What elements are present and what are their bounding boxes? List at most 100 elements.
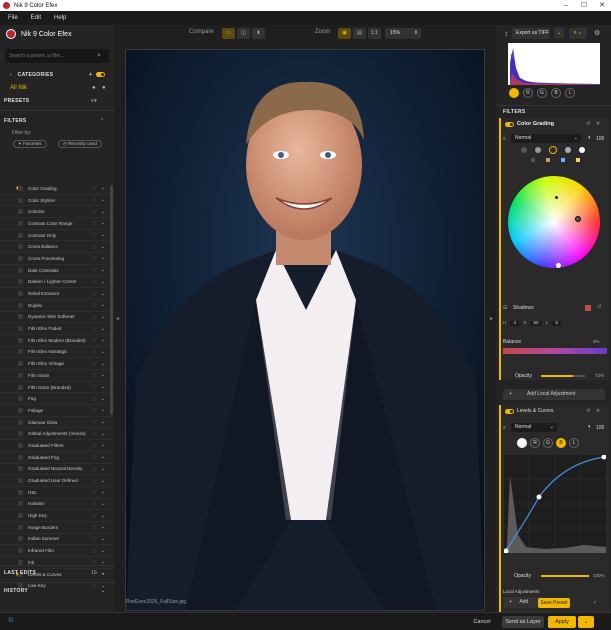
view-mode-button[interactable]: ◐⌄ <box>569 28 587 39</box>
chevron-down-icon[interactable]: ⌄ <box>101 501 105 507</box>
chevron-down-icon[interactable]: ⌄ <box>101 220 105 226</box>
chevron-down-icon[interactable]: ⌄ <box>101 513 105 519</box>
add-local-adjustment-button[interactable]: + Add Local Adjustment <box>503 389 605 400</box>
wheel-bottom-handle[interactable] <box>556 263 561 268</box>
filter-item[interactable]: High Key ⋮ ⌄ <box>0 510 114 522</box>
filter-item[interactable]: Cross Balance ⋮ ⌄ <box>0 241 114 254</box>
collapse-right-icon[interactable]: ▸ <box>490 315 493 322</box>
blend-mode-select[interactable]: Normal ⌄ <box>511 134 581 143</box>
filter-item[interactable]: Darken / Lighten Center ⋮ ⌄ <box>0 277 114 289</box>
chevron-down-icon[interactable]: ⌄ <box>101 548 105 554</box>
chevron-down-icon[interactable]: ⌄ <box>101 536 105 542</box>
export-dropdown[interactable]: ⌄ <box>554 28 564 39</box>
more-icon[interactable]: ⋮ <box>92 419 97 425</box>
filter-item[interactable]: Foliage ⋮ ⌄ <box>0 405 114 417</box>
add-local-button[interactable]: + Add <box>503 597 543 608</box>
more-icon[interactable]: ⋮ <box>92 513 97 519</box>
more-icon[interactable]: ⋮ <box>92 244 97 250</box>
chevron-down-icon[interactable]: ⌄ <box>101 407 105 413</box>
more-icon[interactable]: ⋮ <box>92 361 97 367</box>
more-icon[interactable]: ⋮ <box>92 291 97 297</box>
levels-curves-toggle[interactable] <box>505 409 514 414</box>
channel-b[interactable]: B <box>551 88 561 98</box>
channel-g[interactable]: G <box>537 88 547 98</box>
apply-options-button[interactable]: ⌄ <box>578 616 594 628</box>
wheel-all-icon[interactable] <box>579 147 585 153</box>
zoom-fill-button[interactable]: ▤ <box>353 28 366 39</box>
shadows-swatch[interactable] <box>585 305 591 311</box>
more-icon[interactable]: ⋮ <box>92 407 97 413</box>
more-icon[interactable]: ⋮ <box>92 536 97 542</box>
chevron-down-icon[interactable]: ⌄ <box>101 197 105 203</box>
chevron-down-icon[interactable]: ⌄ <box>101 349 105 355</box>
chevron-down-icon[interactable]: ⌄ <box>101 396 105 402</box>
more-icon[interactable]: ⋮ <box>92 478 97 484</box>
chevron-down-icon[interactable]: ⌄ <box>101 185 105 191</box>
presets-header[interactable]: PRESETS ≡▾ <box>4 98 110 104</box>
more-icon[interactable]: ⋮ <box>92 279 97 285</box>
filter-item[interactable]: Film Efex Vintage ⋮ ⌄ <box>0 358 114 370</box>
more-icon[interactable]: ⋮ <box>92 267 97 273</box>
filter-item[interactable]: Fog ⋮ ⌄ <box>0 393 114 406</box>
filter-item[interactable]: Film Efex Modern (Branded) ⋮ ⌄ <box>0 335 114 347</box>
s-field[interactable]: 50 <box>530 321 542 326</box>
more-icon[interactable]: ⋮ <box>92 255 97 261</box>
compare-single-button[interactable]: ▭ <box>222 28 235 39</box>
more-icon[interactable]: ⋮ <box>92 337 97 343</box>
chevron-down-icon[interactable]: ⌄ <box>101 466 105 472</box>
list-icon[interactable]: ≡▾ <box>91 98 97 104</box>
compare-split-button[interactable]: ◫ <box>237 28 250 39</box>
curve-editor[interactable] <box>504 455 606 553</box>
filter-item[interactable]: Cross Processing ⋮ ⌄ <box>0 253 114 265</box>
channel-l[interactable]: L <box>565 88 575 98</box>
zoom-100-button[interactable]: 1:1 <box>368 28 381 39</box>
filter-item[interactable]: Dynamic Skin Softener ⋮ ⌄ <box>0 312 114 324</box>
chevron-down-icon[interactable]: ⌄ <box>101 524 105 530</box>
filter-item[interactable]: Graduated Neutral Density ⋮ ⌄ <box>0 464 114 476</box>
filter-item[interactable]: Indian Summer ⋮ ⌄ <box>0 534 114 546</box>
chevron-down-icon[interactable]: ⌄ <box>101 267 105 273</box>
categories-header[interactable]: › CATEGORIES + <box>10 72 110 78</box>
compare-side-button[interactable]: ⬍ <box>252 28 265 39</box>
zoom-fit-button[interactable]: ▣ <box>338 28 351 39</box>
more-icon[interactable]: ⋮ <box>92 302 97 308</box>
curve-channel-l[interactable]: L <box>569 438 579 448</box>
more-icon[interactable]: ⋮ <box>92 524 97 530</box>
filter-item[interactable]: Dark Contrasts ⋮ ⌄ <box>0 265 114 277</box>
reset-icon[interactable]: ↺ <box>597 304 601 310</box>
more-icon[interactable]: ⋮ <box>92 489 97 495</box>
remove-filter-icon[interactable]: ✕ <box>596 408 600 414</box>
wheel-highlights-icon[interactable] <box>565 147 571 153</box>
filter-item[interactable]: Graduated Fog ⋮ ⌄ <box>0 452 114 464</box>
filter-item[interactable]: Film Efex Nostalgic ⋮ ⌄ <box>0 347 114 359</box>
chevron-down-icon[interactable]: ⌄ <box>101 384 105 390</box>
chevron-down-icon[interactable]: ⌄ <box>101 588 106 594</box>
curve-channel-r[interactable]: R <box>530 438 540 448</box>
circle-icon[interactable]: ● <box>92 85 96 91</box>
chevron-down-icon[interactable]: ⌄ <box>101 314 105 320</box>
filter-item[interactable]: Graduated User Defined ⋮ ⌄ <box>0 475 114 487</box>
chevron-down-icon[interactable]: ⌄ <box>101 279 105 285</box>
menu-help[interactable]: Help <box>54 15 66 21</box>
more-icon[interactable]: ⋮ <box>92 314 97 320</box>
more-icon[interactable]: ⋮ <box>92 442 97 448</box>
chevron-down-icon[interactable]: ⌄ <box>101 337 105 343</box>
reset-icon[interactable]: ↺ <box>586 121 590 127</box>
chevron-down-icon[interactable]: ⌄ <box>101 419 105 425</box>
more-icon[interactable]: ⋮ <box>92 466 97 472</box>
channel-all-icon[interactable] <box>509 88 519 98</box>
filter-item[interactable]: Duplex ⋮ ⌄ <box>0 300 114 312</box>
more-icon[interactable]: ⋮ <box>92 232 97 238</box>
search-icon[interactable]: ⌕ <box>97 52 101 60</box>
filter-item[interactable]: Glamour Glow ⋮ ⌄ <box>0 417 114 429</box>
chevron-down-icon[interactable]: ⌄ <box>101 232 105 238</box>
opacity-slider-track[interactable] <box>541 375 585 377</box>
categories-toggle[interactable] <box>96 72 105 77</box>
filter-item[interactable]: Colorize ⋮ ⌄ <box>0 206 114 219</box>
chevron-down-icon[interactable]: ⌄ <box>101 372 105 378</box>
help-icon[interactable]: ⊙ <box>8 616 14 624</box>
filter-item[interactable]: Contrast Only ⋮ ⌄ <box>0 230 114 242</box>
close-icon[interactable]: ✕ <box>593 0 611 11</box>
filter-item[interactable]: ★Color Grading⋮⌄ <box>0 183 114 195</box>
chevron-down-icon[interactable]: ⌄ <box>101 489 105 495</box>
